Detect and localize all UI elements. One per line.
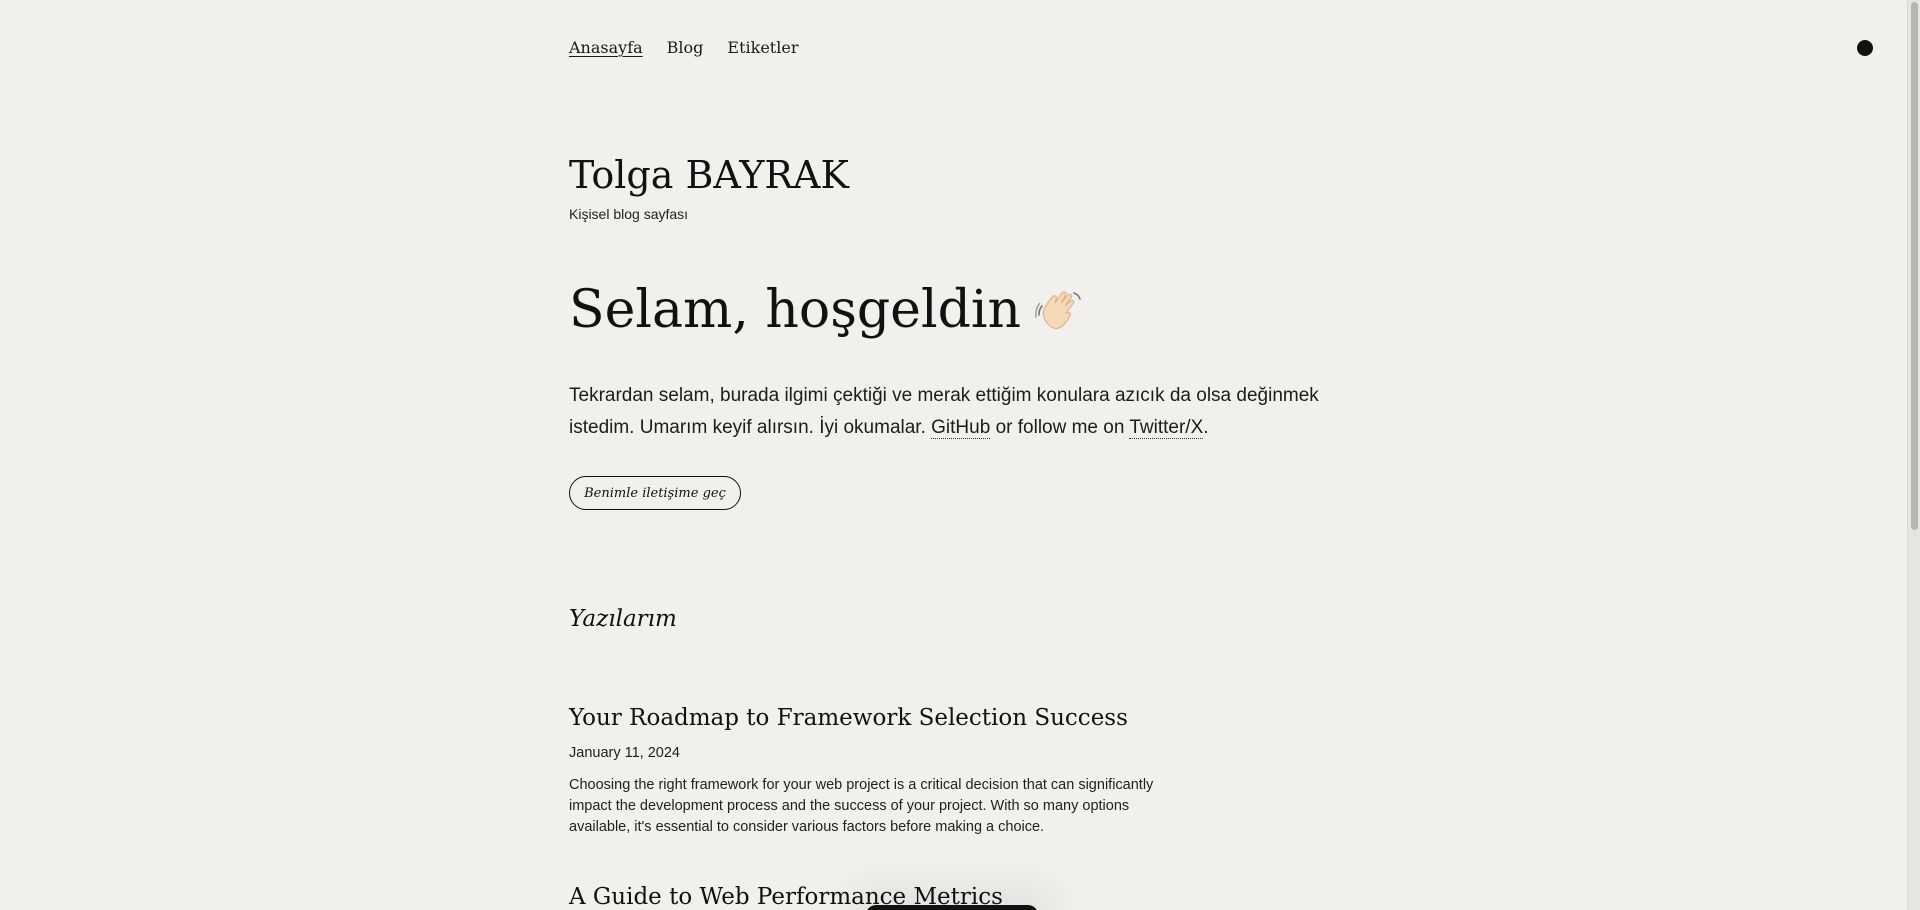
posts-section-title: Yazılarım: [569, 606, 677, 632]
post-date: January 11, 2024: [569, 745, 680, 761]
nav-item-blog[interactable]: Blog: [667, 38, 704, 57]
top-nav: Anasayfa Blog Etiketler: [569, 38, 798, 57]
floating-action-pill[interactable]: [866, 905, 1038, 910]
site-subtitle: Kişisel blog sayfası: [569, 206, 689, 222]
post-item: Your Roadmap to Framework Selection Succ…: [569, 703, 1189, 838]
nav-item-home[interactable]: Anasayfa: [569, 38, 643, 57]
site-title: Tolga BAYRAK: [569, 153, 849, 197]
scrollbar-thumb[interactable]: [1911, 2, 1918, 530]
twitter-link[interactable]: Twitter/X: [1129, 417, 1204, 439]
nav-item-tags[interactable]: Etiketler: [727, 38, 798, 57]
hero-title-text: Selam, hoşgeldin: [569, 280, 1021, 340]
contact-button[interactable]: Benimle iletişime geç: [569, 476, 741, 510]
scrollbar[interactable]: [1907, 0, 1920, 910]
waving-hand-icon: [1033, 285, 1085, 337]
post-title-link[interactable]: Your Roadmap to Framework Selection Succ…: [569, 703, 1189, 733]
hero-title: Selam, hoşgeldin: [569, 280, 1085, 340]
post-excerpt: Choosing the right framework for your we…: [569, 777, 1154, 835]
follow-text: or follow me on: [995, 417, 1125, 438]
github-link[interactable]: GitHub: [931, 417, 991, 439]
dark-mode-dot-icon[interactable]: [1857, 40, 1873, 56]
intro-paragraph: Tekrardan selam, burada ilgimi çektiği v…: [569, 380, 1349, 444]
intro-end-punct: .: [1203, 417, 1209, 438]
